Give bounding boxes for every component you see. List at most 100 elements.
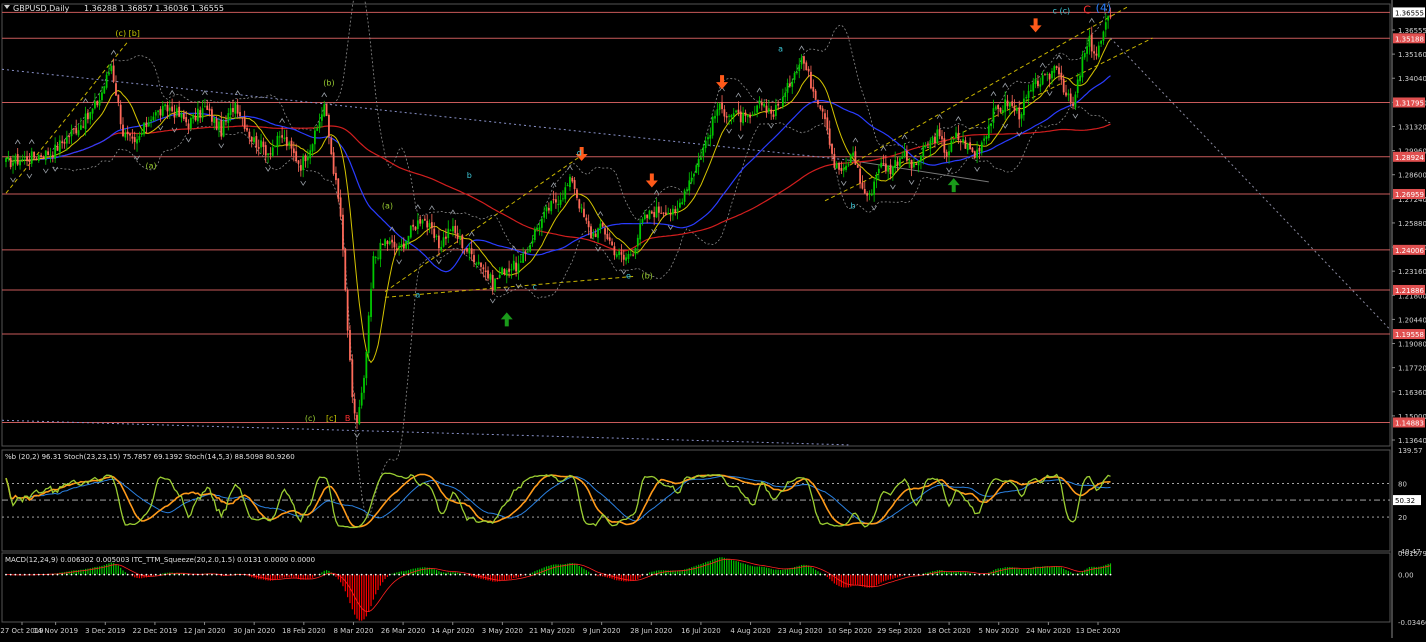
level-price-label: 1.21886 [1395, 287, 1424, 295]
squeeze-dot [889, 573, 892, 576]
candle-body [545, 207, 548, 212]
candle-body [833, 153, 836, 168]
candle-body [494, 278, 496, 290]
squeeze-dot [388, 573, 391, 576]
candle-body [676, 208, 679, 211]
candle-body [770, 109, 773, 114]
candle-body [395, 248, 398, 250]
price-tick-label: 1.35160 [1398, 51, 1426, 59]
candle-body [236, 104, 239, 114]
squeeze-dot [42, 573, 45, 576]
squeeze-dot [805, 573, 808, 576]
squeeze-dot [1011, 573, 1014, 576]
candle-body [601, 222, 604, 227]
fractal-up-marker [28, 139, 35, 144]
candle-body [1086, 46, 1088, 54]
wave-label: (b) [323, 78, 334, 87]
candle-body [742, 112, 744, 124]
squeeze-dot [992, 573, 995, 576]
candle-body [353, 398, 356, 414]
candle-body [756, 105, 759, 113]
price-chart: (c) [b] (a) (b) (a) a b (c) [c] Bc d e (b) a b c (c) C (… [0, 0, 1426, 638]
wave-label: [c] [326, 414, 337, 423]
level-price-label: 1.14883 [1395, 419, 1424, 427]
squeeze-dot [945, 573, 948, 576]
date-tick-label: 3 Dec 2019 [85, 627, 125, 635]
candle-body [264, 145, 267, 156]
squeeze-dot [14, 573, 17, 576]
squeeze-dot [997, 573, 1000, 576]
squeeze-dot [969, 573, 971, 576]
candle-body [302, 156, 305, 171]
candle-body [182, 113, 185, 119]
squeeze-dot [590, 573, 592, 576]
candle-body [463, 249, 466, 251]
candle-body [360, 392, 363, 406]
candle-body [898, 158, 901, 167]
candle-body [657, 206, 660, 213]
candle-body [412, 224, 415, 227]
squeeze-dot [922, 573, 925, 576]
price-tick-label: 1.17720 [1398, 365, 1426, 373]
squeeze-dot [402, 573, 405, 576]
squeeze-dot [767, 573, 770, 576]
squeeze-dot [37, 573, 40, 576]
squeeze-dot [908, 573, 911, 576]
candle-body [351, 359, 354, 398]
macd-tick-label: 0.015795 [1398, 550, 1426, 558]
candle-body [98, 99, 101, 106]
candle-body [660, 212, 663, 214]
squeeze-dot [669, 573, 672, 576]
squeeze-dot [239, 573, 241, 576]
candle-body [669, 214, 672, 216]
squeeze-dot [150, 573, 152, 576]
candle-body [423, 218, 426, 221]
wave-label: C [1083, 3, 1091, 16]
candle-body [204, 106, 206, 108]
squeeze-dot [416, 573, 419, 576]
candle-body [550, 200, 553, 212]
squeeze-dot [98, 573, 101, 576]
squeeze-dot [70, 573, 73, 576]
squeeze-dot [1048, 573, 1051, 576]
candle-body [962, 139, 964, 142]
squeeze-dot [501, 573, 503, 576]
candle-body [51, 155, 54, 158]
fractal-up-marker [597, 210, 604, 216]
candle-body [124, 132, 127, 138]
fractal-down-marker [52, 166, 58, 172]
candle-body [278, 136, 281, 138]
squeeze-dot [627, 573, 630, 576]
candle-body [325, 104, 328, 116]
fractal-down-marker [10, 177, 16, 183]
candle-body [21, 158, 24, 161]
candle-body [416, 220, 419, 229]
candle-body [260, 140, 262, 148]
candle-body [643, 214, 646, 220]
candle-body [838, 162, 840, 170]
candle-body [664, 212, 667, 215]
candle-body [321, 114, 323, 121]
squeeze-dot [683, 573, 686, 576]
candle-body [1055, 66, 1058, 68]
candle-body [538, 227, 541, 230]
candle-body [599, 223, 602, 230]
candle-body [213, 117, 216, 123]
squeeze-dot [983, 573, 986, 576]
candle-body [683, 190, 686, 202]
squeeze-dot [487, 573, 489, 576]
squeeze-dot [84, 573, 87, 576]
oscillator-tick-label: 139.57 [1398, 447, 1423, 455]
squeeze-dot [927, 573, 929, 576]
date-tick-label: 23 Aug 2020 [778, 627, 823, 635]
candle-body [274, 145, 276, 147]
candle-body [365, 351, 368, 379]
candle-body [187, 123, 190, 129]
candle-body [803, 56, 805, 64]
candle-body [870, 194, 873, 196]
candle-body [468, 247, 471, 254]
candle-body [753, 113, 756, 115]
candle-body [533, 228, 536, 240]
candle-body [342, 214, 344, 250]
candle-body [711, 116, 714, 136]
